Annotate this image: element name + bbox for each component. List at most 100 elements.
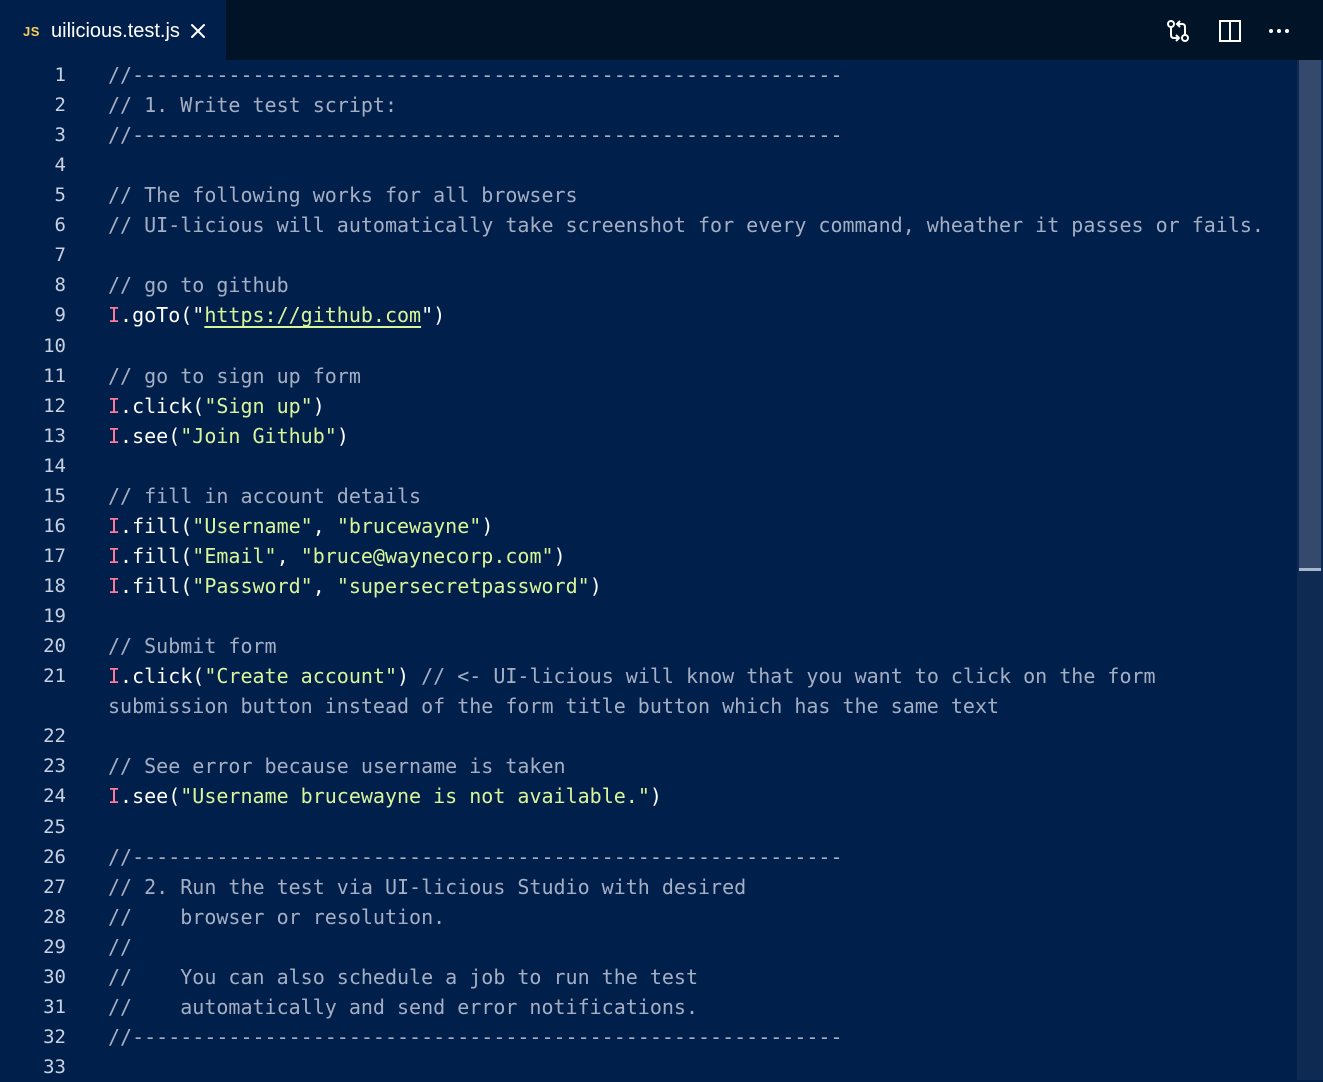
- code-line: // 2. Run the test via UI-licious Studio…: [108, 872, 746, 902]
- code-token: ): [481, 513, 494, 538]
- code-token: "brucewayne": [336, 513, 482, 538]
- editor-tab[interactable]: JS uilicious.test.js: [0, 0, 226, 60]
- code-line: // go to sign up form: [108, 361, 361, 391]
- code-token: ): [553, 543, 566, 568]
- line-number: 2: [54, 94, 66, 117]
- tab-filename: uilicious.test.js: [51, 20, 180, 42]
- code-token: .fill(: [120, 574, 193, 599]
- code-token: ): [336, 423, 349, 448]
- code-token: ,: [276, 543, 301, 568]
- line-number: 7: [54, 244, 66, 267]
- line-number: 12: [43, 394, 66, 417]
- code-line: //--------------------------------------…: [108, 120, 843, 150]
- code-line: // See error because username is taken: [108, 751, 566, 781]
- code-token: I: [108, 303, 121, 328]
- line-number: 16: [43, 514, 66, 537]
- code-token: //: [108, 934, 133, 959]
- line-number: 15: [43, 484, 66, 507]
- code-editor[interactable]: 1 2 3 4 5 6 7 8 9 10 11 12 13 14 15 16 17 18 19 20 21 22 23 24 2…: [0, 60, 1297, 1080]
- line-number: 3: [54, 124, 66, 147]
- line-number: 19: [43, 605, 66, 628]
- compare-changes-icon[interactable]: [1165, 18, 1191, 44]
- code-token: ,: [312, 574, 337, 599]
- line-number: 13: [43, 424, 66, 447]
- code-line: // 1. Write test script:: [108, 90, 397, 120]
- code-line: // Submit form: [108, 631, 277, 661]
- code-token: .click(: [120, 664, 205, 689]
- javascript-file-icon: JS: [23, 24, 40, 39]
- code-token: // automatically and send error notifica…: [108, 994, 699, 1019]
- code-line: // The following works for all browsers: [108, 180, 578, 210]
- code-token: I: [108, 784, 121, 809]
- line-number: 25: [43, 815, 66, 838]
- line-number: 23: [43, 755, 66, 778]
- line-number: 28: [43, 905, 66, 928]
- line-number: 21: [43, 665, 66, 688]
- line-number: 11: [43, 364, 66, 387]
- code-line: //--------------------------------------…: [108, 842, 843, 872]
- code-token: // 2. Run the test via UI-licious Studio…: [108, 874, 747, 899]
- code-token: "supersecretpassword": [336, 574, 590, 599]
- code-line: I.goTo("https://github.com"): [108, 300, 445, 330]
- code-token: // <- UI-licious will know that you want…: [421, 664, 1156, 689]
- line-number: 33: [43, 1055, 66, 1078]
- code-token: // The following works for all browsers: [108, 183, 578, 208]
- code-token: "Email": [192, 543, 277, 568]
- code-token: "Sign up": [204, 393, 313, 418]
- code-token: .fill(: [120, 543, 193, 568]
- split-editor-icon[interactable]: [1217, 18, 1243, 44]
- code-token: // fill in account details: [108, 483, 422, 508]
- code-link[interactable]: https://github.com: [204, 303, 421, 327]
- line-number: 4: [54, 154, 66, 177]
- scrollbar-position-marker: [1299, 568, 1321, 571]
- code-token: .goTo(": [120, 303, 205, 328]
- code-token: "Create account": [204, 664, 397, 689]
- code-line: //--------------------------------------…: [108, 60, 843, 90]
- line-number: 14: [43, 454, 66, 477]
- tab-bar: JS uilicious.test.js: [0, 0, 1323, 60]
- code-line: I.click("Create account") // <- UI-licio…: [108, 661, 1156, 691]
- code-token: // go to github: [108, 273, 289, 298]
- code-token: // UI-licious will automatically take sc…: [108, 213, 1264, 238]
- line-number: 18: [43, 575, 66, 598]
- line-number: 27: [43, 875, 66, 898]
- code-token: //--------------------------------------…: [108, 844, 843, 869]
- line-number: 31: [43, 995, 66, 1018]
- code-token: "Username": [192, 513, 313, 538]
- code-line: I.fill("Email", "bruce@waynecorp.com"): [108, 541, 566, 571]
- code-line: // fill in account details: [108, 481, 421, 511]
- more-actions-icon[interactable]: [1267, 18, 1293, 44]
- line-number: 22: [43, 725, 66, 748]
- code-line: // UI-licious will automatically take sc…: [108, 210, 1264, 240]
- code-token: I: [108, 423, 121, 448]
- code-token: // You can also schedule a job to run th…: [108, 964, 699, 989]
- line-number: 10: [43, 334, 66, 357]
- line-number: 30: [43, 965, 66, 988]
- line-number: 20: [43, 635, 66, 658]
- code-token: ): [649, 784, 662, 809]
- code-token: // browser or resolution.: [108, 904, 446, 929]
- code-token: ,: [312, 513, 337, 538]
- code-token: // 1. Write test script:: [108, 93, 397, 118]
- code-token: //--------------------------------------…: [108, 63, 843, 87]
- line-number: 8: [54, 274, 66, 297]
- code-token: .fill(: [120, 513, 193, 538]
- code-line: // You can also schedule a job to run th…: [108, 962, 698, 992]
- code-line: //--------------------------------------…: [108, 1022, 843, 1052]
- close-icon[interactable]: [189, 22, 207, 40]
- code-token: "bruce@waynecorp.com": [300, 543, 554, 568]
- code-token: // See error because username is taken: [108, 754, 566, 779]
- code-token: "Password": [192, 574, 313, 599]
- line-number: 24: [43, 785, 66, 808]
- code-token: submission button instead of the form ti…: [108, 694, 1000, 719]
- line-number: 6: [54, 214, 66, 237]
- code-line: I.see("Join Github"): [108, 421, 349, 451]
- code-token: I: [108, 543, 121, 568]
- code-token: I: [108, 393, 121, 418]
- code-token: .see(: [120, 423, 181, 448]
- code-token: //--------------------------------------…: [108, 1024, 843, 1049]
- scrollbar-thumb[interactable]: [1299, 60, 1321, 568]
- code-token: I: [108, 574, 121, 599]
- code-token: ): [397, 664, 422, 689]
- code-token: "): [421, 303, 446, 328]
